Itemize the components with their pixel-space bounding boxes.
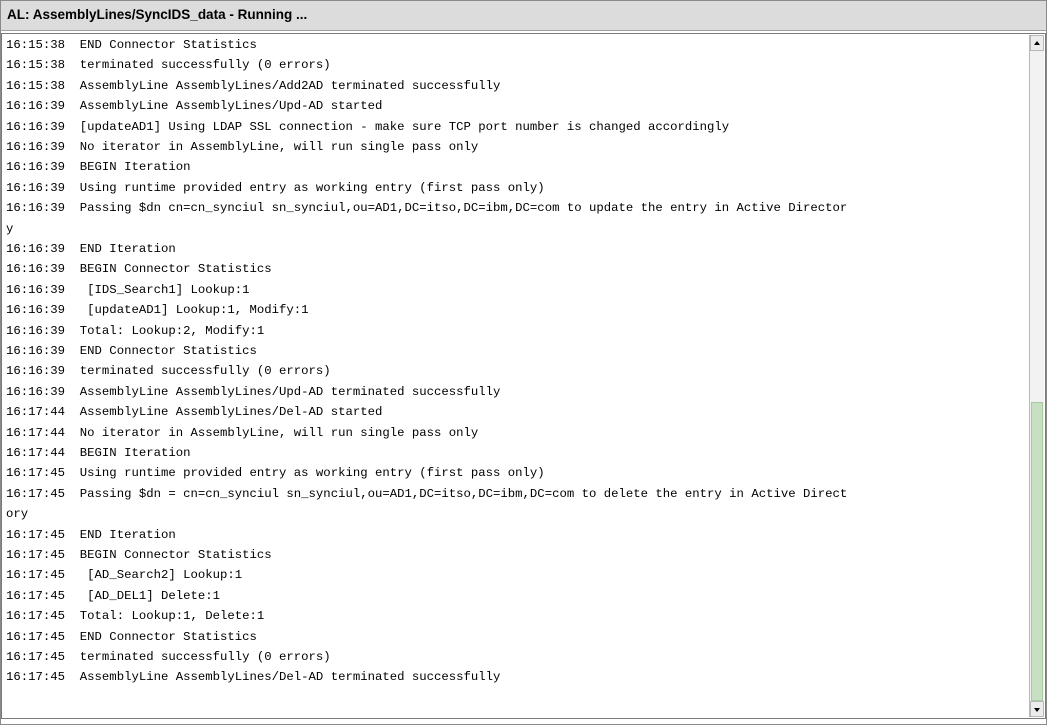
log-line: 16:16:39 Using runtime provided entry as… — [6, 180, 545, 195]
log-line: 16:17:44 AssemblyLine AssemblyLines/Del-… — [6, 405, 383, 420]
log-line: y — [6, 221, 14, 236]
log-line: 16:16:39 Passing $dn cn=cn_synciul sn_sy… — [6, 201, 848, 216]
log-line: 16:16:39 AssemblyLine AssemblyLines/Upd-… — [6, 384, 501, 399]
scrollbar-track[interactable] — [1030, 51, 1044, 701]
scroll-up-button[interactable] — [1030, 35, 1044, 51]
log-line: 16:17:45 Using runtime provided entry as… — [6, 466, 545, 481]
log-line: 16:17:45 [AD_DEL1] Delete:1 — [6, 588, 221, 603]
vertical-scrollbar[interactable] — [1029, 35, 1044, 717]
arrow-down-icon — [1034, 708, 1040, 712]
app-window: AL: AssemblyLines/SyncIDS_data - Running… — [0, 0, 1047, 725]
log-line: 16:16:39 BEGIN Connector Statistics — [6, 262, 272, 277]
log-line: 16:17:44 No iterator in AssemblyLine, wi… — [6, 425, 479, 440]
log-line: 16:15:38 AssemblyLine AssemblyLines/Add2… — [6, 78, 501, 93]
log-line: 16:16:39 [IDS_Search1] Lookup:1 — [6, 282, 250, 297]
log-line: 16:17:45 BEGIN Connector Statistics — [6, 548, 272, 562]
scrollbar-thumb[interactable] — [1031, 402, 1043, 701]
log-line: 16:16:39 BEGIN Iteration — [6, 160, 191, 175]
scroll-down-button[interactable] — [1030, 701, 1044, 717]
log-line: 16:17:45 END Iteration — [6, 527, 176, 542]
log-line: 16:16:39 [updateAD1] Using LDAP SSL conn… — [6, 119, 730, 134]
log-line: 16:15:38 END Connector Statistics — [6, 38, 257, 52]
log-line: 16:16:39 No iterator in AssemblyLine, wi… — [6, 140, 479, 154]
log-line: 16:16:39 END Iteration — [6, 242, 176, 256]
log-line: 16:17:45 terminated successfully (0 erro… — [6, 650, 331, 664]
title-bar[interactable]: AL: AssemblyLines/SyncIDS_data - Running… — [1, 1, 1046, 31]
log-line: 16:15:38 terminated successfully (0 erro… — [6, 58, 331, 73]
log-line: 16:17:45 Passing $dn = cn=cn_synciul sn_… — [6, 486, 848, 501]
log-line: ory — [6, 507, 29, 522]
log-line: 16:16:39 AssemblyLine AssemblyLines/Upd-… — [6, 99, 383, 114]
log-panel: 16:15:38 END Connector Statistics 16:15:3… — [1, 33, 1046, 719]
log-line: 16:17:44 BEGIN Iteration — [6, 446, 191, 460]
window-title: AL: AssemblyLines/SyncIDS_data - Running… — [7, 7, 308, 22]
log-output[interactable]: 16:15:38 END Connector Statistics 16:15:3… — [3, 35, 1029, 717]
log-line: 16:17:45 Total: Lookup:1, Delete:1 — [6, 609, 265, 624]
log-line: 16:17:45 END Connector Statistics — [6, 629, 257, 644]
log-line: 16:16:39 terminated successfully (0 erro… — [6, 364, 331, 379]
log-line: 16:16:39 END Connector Statistics — [6, 344, 257, 358]
log-line: 16:17:45 AssemblyLine AssemblyLines/Del-… — [6, 670, 501, 685]
arrow-up-icon — [1034, 41, 1040, 45]
log-line: 16:17:45 [AD_Search2] Lookup:1 — [6, 568, 243, 583]
log-line: 16:16:39 Total: Lookup:2, Modify:1 — [6, 323, 265, 338]
log-line: 16:16:39 [updateAD1] Lookup:1, Modify:1 — [6, 303, 309, 318]
